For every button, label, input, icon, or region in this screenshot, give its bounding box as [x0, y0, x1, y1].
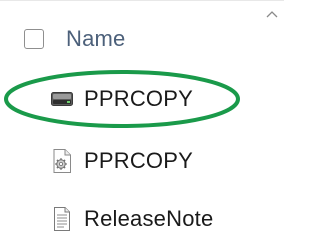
column-header-name[interactable]: Name — [24, 22, 274, 56]
highlight-ellipse — [4, 70, 240, 128]
file-row[interactable]: PPRCOPY — [50, 145, 193, 177]
text-document-icon — [50, 206, 74, 232]
file-row[interactable]: ReleaseNote — [50, 203, 213, 235]
chevron-up-icon[interactable] — [266, 10, 278, 18]
file-list-pane: Name PPRCOPY PPRCOPY ReleaseNote — [0, 0, 284, 244]
file-name: PPRCOPY — [84, 148, 193, 173]
top-divider — [0, 0, 284, 1]
column-header-label: Name — [66, 26, 126, 51]
select-all-checkbox[interactable] — [24, 29, 44, 49]
file-name: ReleaseNote — [84, 206, 214, 231]
settings-file-icon — [50, 148, 74, 174]
